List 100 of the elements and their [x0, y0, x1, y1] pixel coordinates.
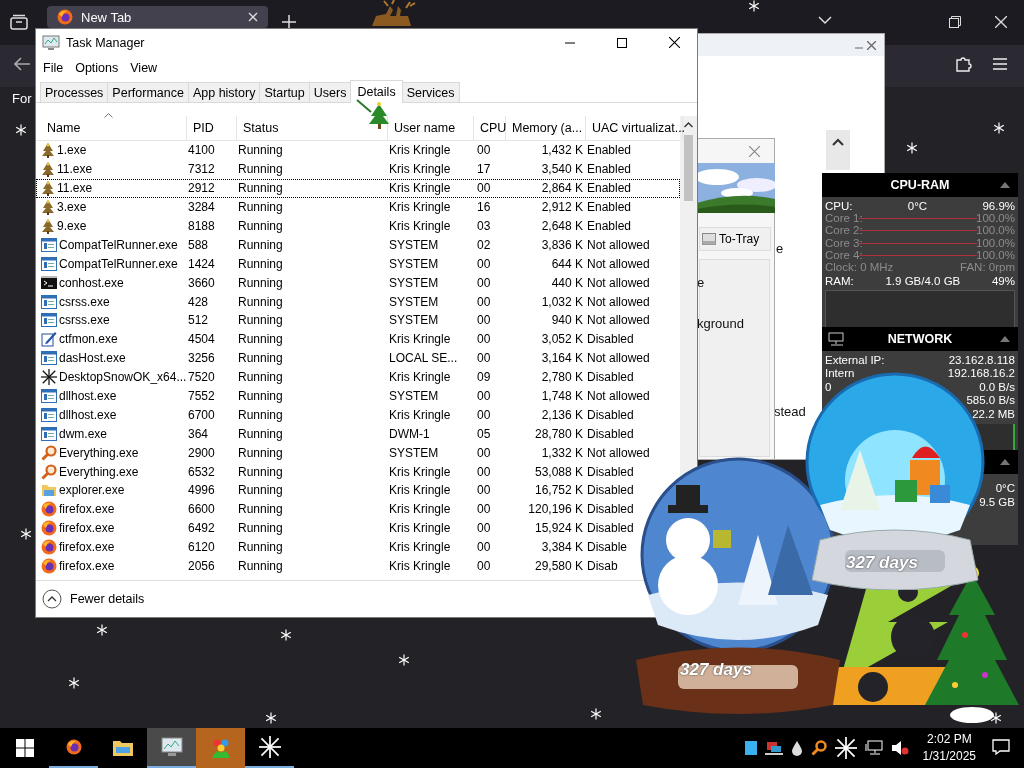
- table-cell: Running: [238, 313, 283, 328]
- table-cell: Disabled: [587, 426, 634, 441]
- clock-time[interactable]: 2:02 PM: [926, 731, 972, 748]
- table-cell: Running: [238, 370, 283, 385]
- table-cell: Kris Kringle: [389, 502, 451, 517]
- table-cell: Kris Kringle: [389, 332, 451, 347]
- table-cell: 00: [477, 540, 491, 555]
- table-cell: 00: [477, 445, 491, 460]
- table-cell: SYSTEM: [389, 275, 439, 290]
- table-cell: Kris Kringle: [389, 162, 451, 177]
- to-tray-button[interactable]: To-Tray: [699, 227, 771, 251]
- metric-label: Clock: 0 MHz: [825, 260, 894, 274]
- column-header[interactable]: CPU: [480, 121, 507, 135]
- table-cell: 3,540 K: [541, 162, 583, 177]
- table-cell: 2,648 K: [541, 219, 583, 233]
- tab-title: New Tab: [81, 9, 133, 25]
- table-cell: 1,032 K: [541, 294, 583, 309]
- table-cell: dllhost.exe: [59, 389, 117, 403]
- table-cell: Not allowed: [587, 294, 650, 309]
- table-cell: 00: [477, 559, 491, 574]
- table-cell: Not allowed: [587, 351, 650, 366]
- selected-row[interactable]: 11.exe 2912 Running Kris Kringle 00 2,864 K Enabled: [36, 178, 680, 198]
- table-cell: SYSTEM: [389, 256, 439, 271]
- column-header[interactable]: PID: [193, 121, 214, 135]
- table-cell: Running: [238, 445, 283, 460]
- table-cell: 2,136 K: [541, 407, 583, 422]
- tab[interactable]: Processes: [40, 82, 109, 102]
- table-cell: Running: [238, 294, 283, 309]
- metric-value: 100.0%: [976, 248, 1015, 261]
- menu-item[interactable]: View: [124, 60, 164, 75]
- table-cell: 2,864 K: [541, 181, 583, 196]
- text-fragment: e: [697, 275, 705, 290]
- table-cell: SYSTEM: [389, 445, 439, 460]
- table-cell: 4996: [188, 483, 215, 498]
- table-cell: 120,196 K: [528, 502, 583, 517]
- tab[interactable]: Startup: [259, 82, 310, 102]
- table-cell: 2,912 K: [541, 200, 583, 215]
- table-cell: 940 K: [551, 313, 583, 328]
- column-header[interactable]: Status: [243, 121, 279, 135]
- browser-tab[interactable]: New Tab: [47, 6, 268, 28]
- table-cell: Kris Kringle: [389, 483, 451, 498]
- table-cell: Disabled: [587, 407, 634, 422]
- table-cell: Kris Kringle: [389, 540, 451, 555]
- table-cell: Running: [238, 351, 283, 366]
- clock-date[interactable]: 1/31/2025: [922, 748, 976, 765]
- menu-item[interactable]: File: [37, 60, 70, 75]
- metric-value: 1.9 GB/4.0 GB: [885, 275, 961, 288]
- menu-item[interactable]: Options: [69, 60, 125, 75]
- table-cell: 00: [477, 332, 491, 347]
- table-cell: 3,164 K: [541, 351, 583, 366]
- table-cell: dasHost.exe: [59, 351, 126, 366]
- table-cell: Running: [238, 275, 283, 290]
- table-cell: 3,836 K: [541, 237, 583, 252]
- table-cell: ctfmon.exe: [59, 332, 118, 347]
- column-header[interactable]: Memory (a...: [512, 121, 583, 135]
- table-cell: Kris Kringle: [389, 464, 451, 479]
- table-cell: csrss.exe: [59, 313, 110, 328]
- text-fragment: stead: [774, 404, 806, 419]
- metric-value: 0°C: [995, 482, 1015, 496]
- table-cell: Running: [238, 332, 283, 347]
- column-header[interactable]: User name: [394, 121, 456, 135]
- metric-label: Core 4:: [825, 248, 863, 261]
- table-cell: Running: [238, 181, 283, 196]
- metric-value: 9.5 GB: [979, 496, 1015, 510]
- tab[interactable]: Services: [401, 82, 460, 102]
- table-cell: 1,748 K: [541, 389, 583, 403]
- column-header[interactable]: UAC virtualizat...: [592, 121, 686, 135]
- table-cell: 428: [188, 294, 209, 309]
- table-cell: CompatTelRunner.exe: [59, 256, 178, 271]
- table-cell: 3256: [188, 351, 215, 366]
- table-cell: 00: [477, 464, 491, 479]
- table-cell: Disabled: [587, 332, 634, 347]
- table-cell: Enabled: [587, 162, 632, 177]
- column-header[interactable]: Name: [47, 121, 81, 135]
- table-cell: Disabled: [587, 521, 634, 536]
- table-cell: Not allowed: [587, 237, 650, 252]
- widget-title: CPU-RAM: [890, 178, 950, 192]
- table-cell: 11.exe: [57, 181, 93, 196]
- tab[interactable]: Details: [350, 80, 403, 103]
- table-cell: 1424: [188, 256, 215, 271]
- table-cell: Disabled: [587, 502, 634, 517]
- table-cell: Kris Kringle: [389, 143, 451, 158]
- table-cell: 00: [477, 407, 491, 422]
- table-cell: 3,384 K: [541, 540, 583, 555]
- tab[interactable]: Users: [308, 82, 352, 102]
- table-cell: 1,332 K: [541, 445, 583, 460]
- table-cell: 2912: [188, 181, 215, 196]
- table-cell: Disabled: [587, 370, 634, 385]
- table-cell: 440 K: [551, 275, 583, 290]
- table-cell: 53,088 K: [534, 464, 583, 479]
- tab[interactable]: Performance: [107, 82, 189, 102]
- table-cell: 00: [477, 275, 491, 290]
- table-cell: Running: [238, 407, 283, 422]
- table-cell: 4504: [188, 332, 215, 347]
- metric-label: CPU:: [825, 200, 853, 213]
- fewer-details-button[interactable]: Fewer details: [42, 589, 145, 609]
- table-cell: 03: [477, 219, 491, 233]
- table-cell: Running: [238, 464, 283, 479]
- tab[interactable]: App history: [187, 82, 261, 102]
- table-cell: Enabled: [587, 181, 632, 196]
